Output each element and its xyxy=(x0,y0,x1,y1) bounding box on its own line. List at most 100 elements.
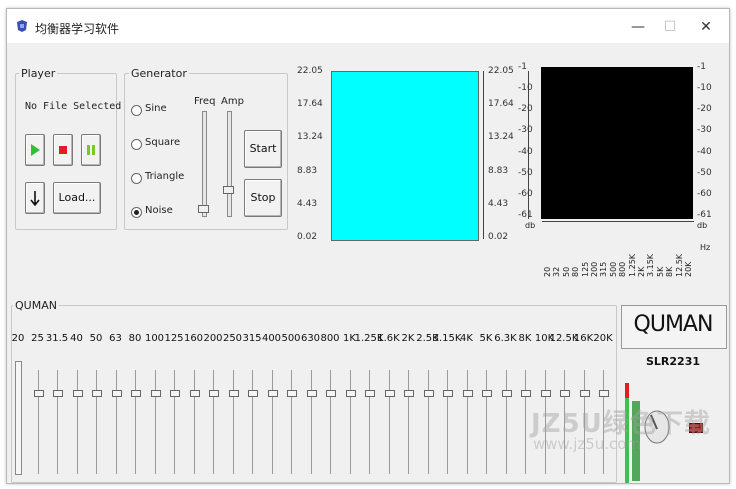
eq-slider-track[interactable] xyxy=(174,370,175,474)
eq-slider-track[interactable] xyxy=(291,370,292,474)
hz-label: 5K xyxy=(655,266,665,277)
eq-slider-thumb[interactable] xyxy=(443,390,453,397)
eq-slider-thumb[interactable] xyxy=(267,390,278,397)
eq-slider-thumb[interactable] xyxy=(92,390,102,397)
eq-slider-thumb[interactable] xyxy=(599,390,609,397)
db-left-tick: -1 xyxy=(518,62,527,72)
eq-slider-track[interactable] xyxy=(232,370,234,474)
eq-slider-thumb[interactable] xyxy=(189,390,200,397)
eq-slider-thumb[interactable] xyxy=(150,390,161,397)
player-group-label: Player xyxy=(19,67,58,80)
play-button[interactable] xyxy=(25,134,45,166)
eq-slider-thumb[interactable] xyxy=(306,390,317,397)
eq-slider-track[interactable] xyxy=(310,370,312,474)
down-button[interactable] xyxy=(25,182,45,214)
eq-slider-track[interactable] xyxy=(193,370,195,474)
eq-slider-track[interactable] xyxy=(505,370,507,474)
eq-slider-thumb[interactable] xyxy=(209,390,219,397)
maximize-button[interactable]: ☐ xyxy=(655,15,685,39)
eq-slider-track[interactable] xyxy=(427,370,429,474)
eq-slider-thumb[interactable] xyxy=(228,390,239,397)
spectrum-right-tick: 13.24 xyxy=(488,132,514,143)
close-icon: ✕ xyxy=(700,19,712,35)
stop-generator-button[interactable]: Stop xyxy=(244,179,282,217)
eq-slider-thumb[interactable] xyxy=(111,390,122,397)
eq-slider-thumb[interactable] xyxy=(131,390,141,397)
db-right-tick: -50 xyxy=(697,167,712,178)
eq-slider-track[interactable] xyxy=(57,370,58,474)
db-display xyxy=(541,67,693,219)
eq-slider-track[interactable] xyxy=(154,370,156,474)
eq-slider-track[interactable] xyxy=(369,370,370,474)
eq-slider-thumb[interactable] xyxy=(53,390,63,397)
eq-band-label: 20K xyxy=(593,333,613,344)
start-button[interactable]: Start xyxy=(244,130,282,168)
eq-slider-thumb[interactable] xyxy=(501,390,512,397)
eq-slider-track[interactable] xyxy=(330,370,331,474)
radio-triangle[interactable] xyxy=(131,173,142,184)
eq-scrollbar[interactable] xyxy=(15,361,22,475)
eq-slider-thumb[interactable] xyxy=(170,390,180,397)
eq-slider-thumb[interactable] xyxy=(72,390,83,397)
pause-button[interactable] xyxy=(81,134,101,166)
close-button[interactable]: ✕ xyxy=(691,15,721,39)
db-left-tick: -40 xyxy=(518,146,533,157)
eq-band-label: 200 xyxy=(203,333,223,344)
eq-slider-track[interactable] xyxy=(408,370,409,474)
eq-slider-track[interactable] xyxy=(37,370,39,474)
spectrum-right-tick: 8.83 xyxy=(488,165,509,176)
eq-slider-thumb[interactable] xyxy=(540,390,551,397)
eq-slider-track[interactable] xyxy=(447,370,448,474)
eq-slider-thumb[interactable] xyxy=(345,390,356,397)
radio-noise[interactable] xyxy=(131,207,142,218)
eq-band-label: 100 xyxy=(144,333,165,344)
hz-label: 20 xyxy=(543,266,552,277)
eq-slider-track[interactable] xyxy=(252,370,253,474)
eq-slider-track[interactable] xyxy=(135,370,136,474)
eq-slider-thumb[interactable] xyxy=(579,390,590,397)
hz-label: 8K xyxy=(665,266,675,277)
eq-slider-thumb[interactable] xyxy=(248,390,258,397)
eq-band-label: 80 xyxy=(128,333,142,344)
amp-slider-thumb[interactable] xyxy=(223,186,234,194)
eq-slider-thumb[interactable] xyxy=(326,390,336,397)
eq-slider-track[interactable] xyxy=(76,370,78,474)
db-left-tick: -10 xyxy=(518,83,533,94)
eq-slider-thumb[interactable] xyxy=(482,390,492,397)
eq-slider-thumb[interactable] xyxy=(33,390,44,397)
load-button[interactable]: Load... xyxy=(53,182,101,214)
eq-slider-thumb[interactable] xyxy=(384,390,395,397)
eq-slider-track[interactable] xyxy=(96,370,97,474)
eq-slider-thumb[interactable] xyxy=(365,390,375,397)
stop-button[interactable] xyxy=(53,134,73,166)
eq-band-label: 160 xyxy=(183,333,204,344)
radio-sine[interactable] xyxy=(131,105,142,116)
freq-slider-track[interactable] xyxy=(202,111,207,217)
spectrum-right-tick: 17.64 xyxy=(488,99,514,110)
amp-slider-track[interactable] xyxy=(227,111,232,217)
eq-slider-thumb[interactable] xyxy=(462,390,473,397)
hz-label: 125 xyxy=(580,261,590,277)
eq-slider-track[interactable] xyxy=(466,370,468,474)
eq-slider-thumb[interactable] xyxy=(560,390,570,397)
equalizer-group-label: QUMAN xyxy=(13,299,59,312)
radio-square[interactable] xyxy=(131,139,142,150)
eq-slider-thumb[interactable] xyxy=(423,390,434,397)
eq-slider-track[interactable] xyxy=(349,370,351,474)
minimize-button[interactable]: — xyxy=(623,15,653,39)
eq-slider-track[interactable] xyxy=(486,370,487,474)
eq-slider-track[interactable] xyxy=(115,370,117,474)
eq-slider-thumb[interactable] xyxy=(287,390,297,397)
eq-slider-track[interactable] xyxy=(213,370,214,474)
eq-band-label: 125 xyxy=(164,333,184,344)
eq-slider-thumb[interactable] xyxy=(404,390,414,397)
eq-slider-track[interactable] xyxy=(525,370,526,474)
eq-slider-thumb[interactable] xyxy=(521,390,531,397)
freq-slider-thumb[interactable] xyxy=(198,205,209,213)
eq-band-label: 16K xyxy=(573,333,594,344)
eq-slider-track[interactable] xyxy=(271,370,273,474)
db-unit-left: db xyxy=(525,221,536,230)
spectrum-left-tick: 8.83 xyxy=(297,165,318,176)
eq-slider-track[interactable] xyxy=(388,370,390,474)
spectrum-left-tick: 0.02 xyxy=(297,232,318,242)
